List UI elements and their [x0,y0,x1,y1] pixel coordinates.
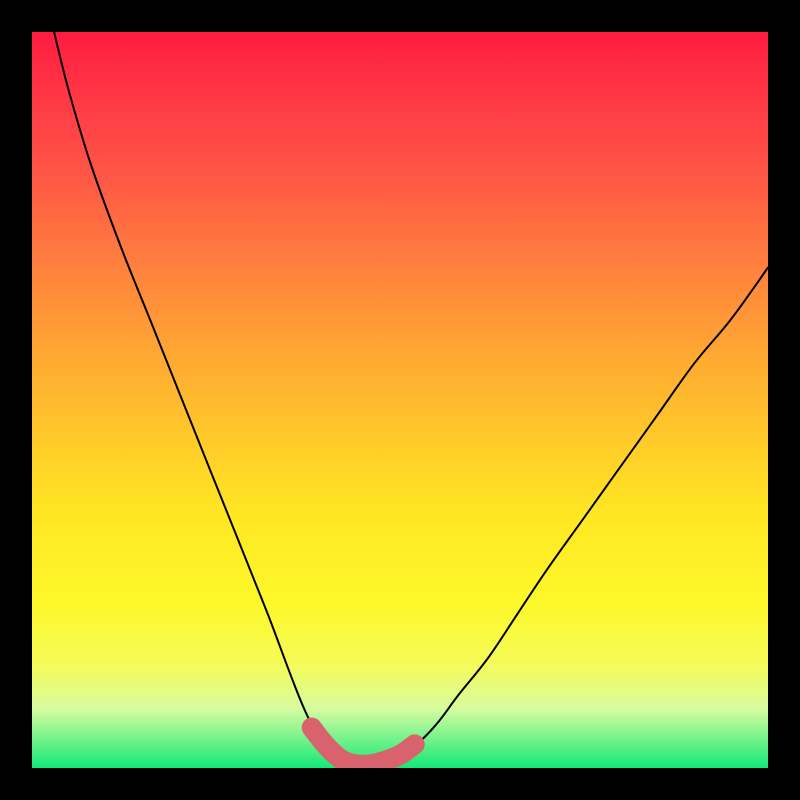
chart-frame: TheBottleneck.com [0,0,800,800]
highlight-region [312,728,415,765]
bottleneck-curve [54,32,768,765]
plot-area: TheBottleneck.com [32,32,768,768]
curve-svg [32,32,768,768]
